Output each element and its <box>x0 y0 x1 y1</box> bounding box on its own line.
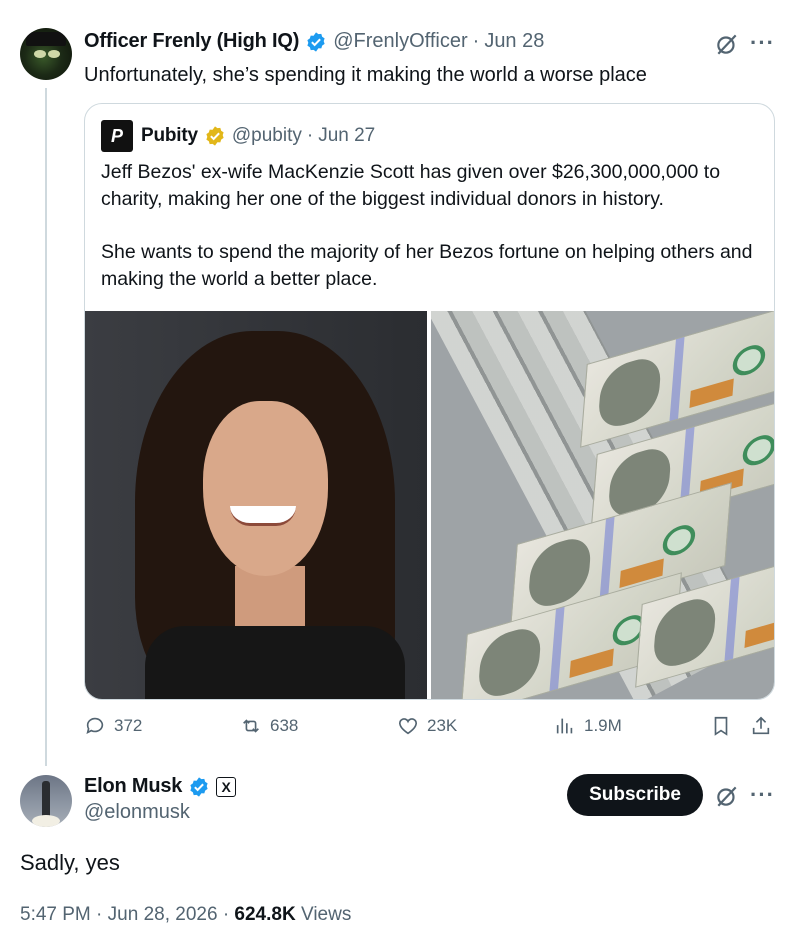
quoted-tweet[interactable]: P Pubity @pubity · Jun 27 Jeff Bezos' ex… <box>84 103 775 700</box>
verified-icon <box>307 31 325 52</box>
quote-text: Jeff Bezos' ex-wife MacKenzie Scott has … <box>101 159 761 319</box>
grok-icon[interactable] <box>714 31 740 57</box>
repost-button[interactable]: 638 <box>240 715 298 737</box>
like-count: 23K <box>427 716 458 735</box>
quote-author-name[interactable]: Pubity <box>141 125 198 147</box>
author-handle[interactable]: @elonmusk <box>84 801 190 824</box>
quote-paragraph: Jeff Bezos' ex-wife MacKenzie Scott has … <box>101 161 721 210</box>
pubity-logo-icon: P <box>101 120 133 152</box>
views-count: 624.8K <box>234 904 296 925</box>
tweet-actions: 372 638 23K 1.9M <box>84 715 776 747</box>
repost-count: 638 <box>270 716 299 735</box>
reply-button[interactable]: 372 <box>84 715 142 737</box>
share-button[interactable] <box>750 715 780 737</box>
separator: · <box>96 904 103 925</box>
separator: · <box>306 125 314 146</box>
photo-money-printing[interactable] <box>431 311 774 699</box>
like-button[interactable]: 23K <box>397 715 457 737</box>
reply-count: 372 <box>114 716 143 735</box>
subscribe-button[interactable]: Subscribe <box>567 774 703 816</box>
quote-handle[interactable]: @pubity <box>232 125 302 147</box>
views-label: Views <box>300 904 352 925</box>
tweet-meta: 5:47 PM · Jun 28, 2026 · 624.8K Views <box>20 904 351 926</box>
tweet-text: Unfortunately, she’s spending it making … <box>84 64 647 86</box>
parent-header: Officer Frenly (High IQ) @FrenlyOfficer … <box>84 30 544 53</box>
author-name[interactable]: Elon Musk <box>84 775 182 798</box>
views-button[interactable]: 1.9M <box>554 715 622 737</box>
tweet-date[interactable]: Jun 28, 2026 <box>108 904 218 925</box>
verified-icon <box>190 776 208 797</box>
thread-connector <box>45 88 47 766</box>
more-icon[interactable]: ··· <box>750 784 775 806</box>
x-affiliate-icon[interactable]: X <box>216 776 237 797</box>
quote-date[interactable]: Jun 27 <box>318 125 375 147</box>
tweet-date[interactable]: Jun 28 <box>484 30 544 53</box>
like-icon <box>398 718 418 735</box>
tweet-time[interactable]: 5:47 PM <box>20 904 91 925</box>
views-count: 1.9M <box>584 716 622 735</box>
more-icon[interactable]: ··· <box>750 32 775 54</box>
avatar-elon[interactable] <box>20 775 72 827</box>
photo-mackenzie-scott[interactable] <box>85 311 427 699</box>
bookmark-icon <box>714 716 728 736</box>
separator: · <box>222 904 230 925</box>
reply-icon <box>86 717 104 734</box>
tweet-text: Sadly, yes <box>20 850 120 875</box>
quote-header: P Pubity @pubity · Jun 27 <box>101 120 375 152</box>
separator: · <box>472 30 480 52</box>
main-author: Elon Musk X <box>84 775 237 798</box>
bookmark-button[interactable] <box>710 715 740 737</box>
author-handle[interactable]: @FrenlyOfficer <box>333 30 467 53</box>
repost-icon <box>243 719 259 733</box>
author-name[interactable]: Officer Frenly (High IQ) <box>84 30 299 53</box>
grok-icon[interactable] <box>714 783 740 809</box>
verified-gold-icon <box>206 126 224 146</box>
avatar-frenly[interactable] <box>20 28 72 80</box>
share-icon <box>752 716 770 735</box>
views-icon <box>556 718 573 734</box>
quote-paragraph: She wants to spend the majority of her B… <box>101 241 753 290</box>
